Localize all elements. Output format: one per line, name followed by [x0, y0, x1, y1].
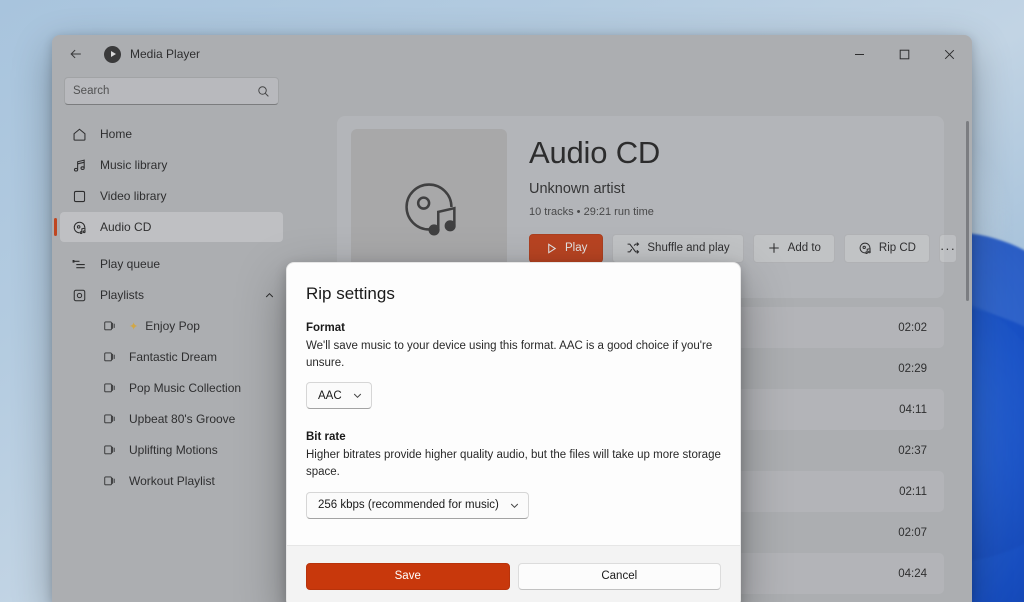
format-label: Format — [306, 322, 345, 334]
bitrate-field: Bit rate Higher bitrates provide higher … — [306, 431, 721, 519]
dialog-content: Rip settings Format We'll save music to … — [287, 263, 740, 545]
bitrate-description: Higher bitrates provide higher quality a… — [306, 449, 721, 479]
bitrate-dropdown-value: 256 kbps (recommended for music) — [318, 499, 499, 512]
rip-settings-dialog: Rip settings Format We'll save music to … — [286, 262, 741, 602]
chevron-down-icon — [510, 503, 519, 508]
format-field: Format We'll save music to your device u… — [306, 322, 721, 410]
bitrate-label: Bit rate — [306, 431, 346, 444]
format-description: We'll save music to your device using th… — [306, 340, 713, 369]
bitrate-dropdown[interactable]: 256 kbps (recommended for music) — [306, 491, 529, 519]
media-player-window: Media Player Search Home Music library V… — [52, 35, 972, 602]
desktop-background: Media Player Search Home Music library V… — [0, 0, 1024, 602]
dialog-title: Rip settings — [306, 284, 395, 303]
format-dropdown-value: AAC — [318, 389, 342, 402]
chevron-down-icon — [353, 394, 361, 399]
cancel-button[interactable]: Cancel — [517, 562, 721, 590]
format-dropdown[interactable]: AAC — [306, 382, 372, 410]
dialog-footer: Save Cancel — [287, 544, 740, 602]
save-button[interactable]: Save — [306, 562, 510, 590]
